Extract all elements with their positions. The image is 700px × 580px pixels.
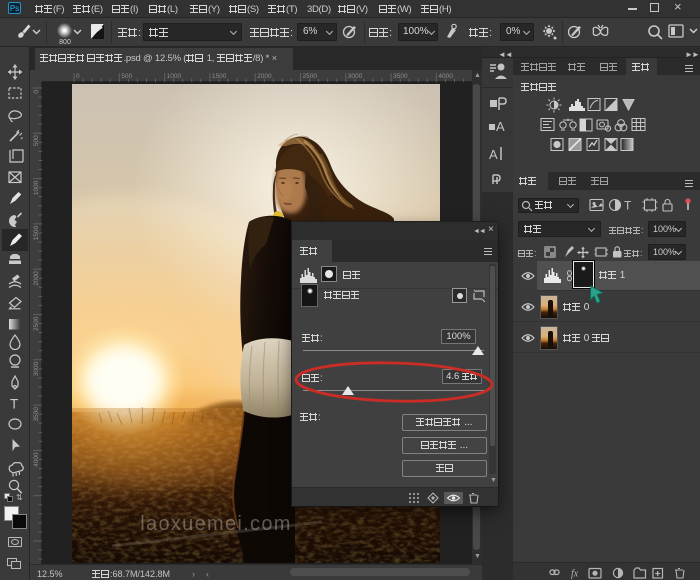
svg-text:fx: fx: [571, 569, 579, 580]
svg-text:2000: 2000: [33, 271, 40, 286]
svg-text:3500: 3500: [393, 73, 408, 80]
svg-text:4000: 4000: [33, 452, 40, 467]
svg-text:4000: 4000: [438, 73, 453, 80]
svg-text:3000: 3000: [348, 73, 363, 80]
svg-text:A: A: [489, 147, 498, 162]
svg-text:1500: 1500: [212, 73, 227, 80]
svg-text:T: T: [624, 199, 632, 213]
svg-text:2500: 2500: [303, 73, 318, 80]
svg-text:500: 500: [33, 135, 40, 146]
svg-text:T: T: [10, 397, 18, 412]
svg-text:3000: 3000: [33, 361, 40, 376]
svg-text:3500: 3500: [33, 407, 40, 422]
svg-text:0: 0: [33, 90, 40, 94]
svg-text:1500: 1500: [33, 226, 40, 241]
svg-text:500: 500: [121, 73, 132, 80]
svg-text:0: 0: [76, 73, 80, 80]
svg-text:2500: 2500: [33, 316, 40, 331]
svg-text:A: A: [496, 119, 505, 134]
svg-text:1000: 1000: [33, 180, 40, 195]
svg-text:2000: 2000: [257, 73, 272, 80]
svg-text:laoxuemei.com: laoxuemei.com: [140, 513, 291, 535]
svg-text:1000: 1000: [167, 73, 182, 80]
